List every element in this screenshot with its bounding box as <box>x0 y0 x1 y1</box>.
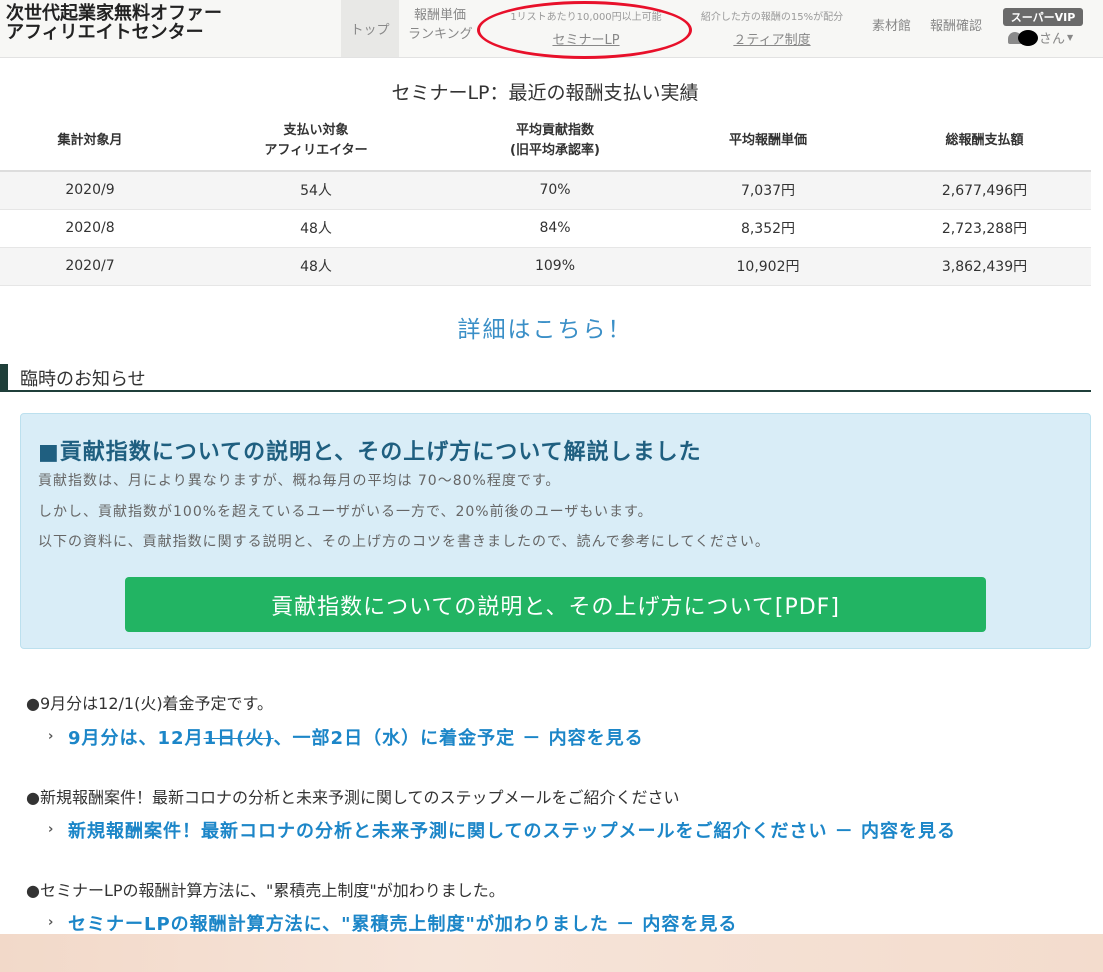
nav-top[interactable]: トップ <box>341 0 399 57</box>
user-suffix: さん <box>1039 32 1066 47</box>
info-box-title: ■貢献指数についての説明と、その上げ方について解説しました <box>38 440 702 465</box>
cell-affiliates: 48人 <box>180 247 452 286</box>
brand-line-2: アフィリエイトセンター <box>6 22 204 43</box>
nav-seminar-caption: 1リストあたり10,000円以上可能 <box>510 12 662 23</box>
table-row: 2020/7 48人 109% 10,902円 3,862,439円 <box>0 247 1091 286</box>
table-row: 2020/9 54人 70% 7,037円 2,677,496円 <box>0 171 1091 210</box>
nav-tier-caption: 紹介した方の報酬の15%が配分 <box>700 12 844 23</box>
news-summary-1: ●9月分は12/1(火)着金予定です。 <box>26 694 273 713</box>
nav-seminar-lp[interactable]: 1リストあたり10,000円以上可能 セミナーLP <box>496 8 676 50</box>
cell-affiliates: 48人 <box>180 209 452 248</box>
cell-index: 109% <box>452 247 658 286</box>
bottom-image-strip <box>0 934 1103 972</box>
pdf-download-button[interactable]: 貢献指数についての説明と、その上げ方について[PDF] <box>125 577 986 632</box>
nav-ranking-line1: 報酬単価 <box>414 8 467 23</box>
cell-unit: 7,037円 <box>658 171 878 210</box>
notice-bar-accent <box>0 364 8 390</box>
cell-affiliates: 54人 <box>180 171 452 210</box>
nav-payments[interactable]: 報酬確認 <box>930 17 982 36</box>
detail-link[interactable]: 詳細はこちら！ <box>0 310 1090 344</box>
cell-total: 2,723,288円 <box>878 209 1091 248</box>
col-unit-price: 平均報酬単価 <box>658 112 878 172</box>
notice-heading-text: 臨時のお知らせ <box>20 369 146 390</box>
cell-total: 2,677,496円 <box>878 171 1091 210</box>
info-line-1: 貢献指数は、月により異なりますが、概ね毎月の平均は 70～80%程度です。 <box>38 473 561 489</box>
chevron-right-icon: › <box>48 729 55 744</box>
cell-unit: 8,352円 <box>658 209 878 248</box>
brand-line-1: 次世代起業家無料オファー <box>6 3 222 24</box>
nav-two-tier[interactable]: 紹介した方の報酬の15%が配分 ２ティア制度 <box>686 8 858 50</box>
nav-ranking[interactable]: 報酬単価 ランキング <box>408 6 473 44</box>
cell-month: 2020/7 <box>0 247 180 286</box>
info-line-3: 以下の資料に、貢献指数に関する説明と、その上げ方のコツを書きましたので、読んで参… <box>38 534 770 550</box>
news-summary-3: ●セミナーLPの報酬計算方法に、"累積売上制度"が加わりました。 <box>26 881 505 900</box>
caret-down-icon: ▼ <box>1067 33 1074 42</box>
user-menu[interactable]: さん ▼ <box>1008 28 1073 47</box>
cell-total: 3,862,439円 <box>878 247 1091 286</box>
table-row: 2020/8 48人 84% 8,352円 2,723,288円 <box>0 209 1091 248</box>
cell-month: 2020/9 <box>0 171 180 210</box>
notice-heading: 臨時のお知らせ <box>0 362 1091 392</box>
results-table: 集計対象月 支払い対象 アフィリエイター 平均貢献指数 (旧平均承認率) 平均報酬単… <box>0 112 1091 286</box>
news-link-2[interactable]: › 新規報酬案件！最新コロナの分析と未来予測に関してのステップメールをご紹介くださ… <box>48 817 956 843</box>
chevron-right-icon: › <box>48 915 55 930</box>
news-summary-2: ●新規報酬案件！最新コロナの分析と未来予測に関してのステップメールをご紹介くださ… <box>26 788 680 807</box>
info-box: ■貢献指数についての説明と、その上げ方について解説しました 貢献指数は、月により… <box>20 413 1091 649</box>
brand-logo[interactable]: 次世代起業家無料オファー アフィリエイトセンター <box>6 4 222 42</box>
cell-unit: 10,902円 <box>658 247 878 286</box>
nav-tier-link[interactable]: ２ティア制度 <box>686 31 858 50</box>
top-header: 次世代起業家無料オファー アフィリエイトセンター トップ 報酬単価 ランキング … <box>0 0 1103 58</box>
chevron-right-icon: › <box>48 822 55 837</box>
cell-month: 2020/8 <box>0 209 180 248</box>
nav-seminar-link[interactable]: セミナーLP <box>496 31 676 50</box>
nav-ranking-line2: ランキング <box>408 27 473 42</box>
redacted-username <box>1018 29 1038 46</box>
news-link-1[interactable]: › 9月分は、12月1日(火)、一部2日（水）に着金予定 － 内容を見る <box>48 724 644 750</box>
nav-materials[interactable]: 素材館 <box>872 17 911 36</box>
col-index: 平均貢献指数 (旧平均承認率) <box>452 112 658 172</box>
results-header-row: 集計対象月 支払い対象 アフィリエイター 平均貢献指数 (旧平均承認率) 平均報酬単… <box>0 112 1091 172</box>
col-affiliates: 支払い対象 アフィリエイター <box>180 112 452 172</box>
col-total: 総報酬支払額 <box>878 112 1091 172</box>
col-month: 集計対象月 <box>0 112 180 172</box>
news-link-3[interactable]: › セミナーLPの報酬計算方法に、"累積売上制度"が加わりました － 内容を見る <box>48 910 737 936</box>
cell-index: 70% <box>452 171 658 210</box>
vip-badge: スーパーVIP <box>1003 8 1083 26</box>
info-line-2: しかし、貢献指数が100%を超えているユーザがいる一方で、20%前後のユーザもい… <box>38 504 653 520</box>
nav-top-label: トップ <box>350 23 390 38</box>
results-title: セミナーLP：最近の報酬支払い実績 <box>391 82 699 104</box>
cell-index: 84% <box>452 209 658 248</box>
